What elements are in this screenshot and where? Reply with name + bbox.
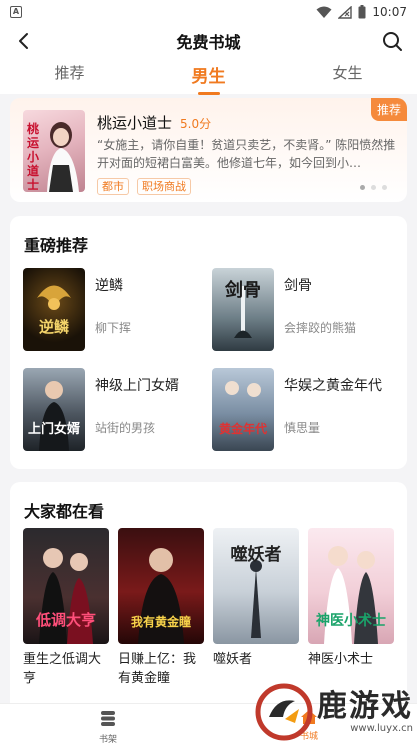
header: 免费书城 [0,24,417,58]
status-bar: A 10:07 [0,0,417,24]
cover-title-text: 我有黄金瞳 [130,615,191,629]
battery-icon [358,5,366,19]
book-item[interactable]: 上门女婿 神级上门女婿 站街的男孩 [23,368,179,451]
book-cover[interactable]: 上门女婿 [23,368,85,451]
cover-title-text: 低调大亨 [35,611,96,629]
book-cover[interactable]: 噬妖者 [213,528,299,644]
watermark-url: www.luyx.cn [350,722,413,734]
book-title[interactable]: 噬妖者 [213,650,299,669]
signal-icon [338,5,353,19]
nav-bookshelf-label: 书架 [98,735,117,743]
book-cover[interactable]: 剑骨 [212,268,274,351]
wifi-icon [316,6,332,18]
bookshelf-icon [101,711,115,726]
nav-bookshelf[interactable]: 书架 [93,709,123,743]
tab-recommend[interactable]: 推荐 [0,58,139,83]
book-title[interactable]: 日赚上亿：我有黄金瞳 [118,650,204,688]
deer-logo-icon [255,683,313,741]
book-title[interactable]: 剑骨 [284,275,356,295]
featured-banner[interactable]: 推荐 桃运小道士 桃运小道士 5.0分 “女施主，请你自重！贫道只卖艺，不卖肾。… [10,98,407,202]
book-item[interactable]: 黄金年代 华娱之黄金年代 慎思量 [212,368,382,451]
book-author: 柳下挥 [95,321,132,335]
section-title: 重磅推荐 [24,236,89,255]
cover-title-text: 上门女婿 [27,422,80,437]
book-cover[interactable]: 低调大亨 [23,528,109,644]
carousel-indicator [360,185,387,190]
notification-a-icon: A [10,6,22,18]
recommend-badge: 推荐 [370,98,407,121]
book-title[interactable]: 华娱之黄金年代 [284,375,382,395]
genre-chip[interactable]: 职场商战 [137,178,191,195]
featured-section: 重磅推荐 逆鳞 逆鳞 柳下挥 剑骨 剑骨 会摔跤的熊猫 上门女婿 神级上门女婿 … [10,216,407,469]
book-item[interactable]: 我有黄金瞳 日赚上亿：我有黄金瞳 [118,528,204,688]
status-time: 10:07 [372,5,407,19]
section-title: 大家都在看 [24,502,105,521]
book-author: 慎思量 [284,421,321,435]
popular-section: 大家都在看 低调大亨 重生之低调大亨 我有黄金瞳 日赚上亿：我有黄金瞳 噬妖者 … [10,482,407,712]
carousel-dot [360,185,365,190]
banner-score: 5.0分 [180,117,212,131]
banner-book-title[interactable]: 桃运小道士 [97,112,172,133]
book-item[interactable]: 剑骨 剑骨 会摔跤的熊猫 [212,268,356,351]
cover-title-text: 神医小术士 [316,613,386,629]
book-author: 会摔跤的熊猫 [284,321,357,335]
banner-cover-text: 桃运小道士 [27,122,40,192]
carousel-dot [371,185,376,190]
book-title[interactable]: 逆鳞 [95,275,131,295]
book-cover[interactable]: 我有黄金瞳 [118,528,204,644]
back-arrow-icon[interactable] [14,31,34,51]
book-title[interactable]: 神级上门女婿 [95,375,179,395]
banner-book-cover[interactable]: 桃运小道士 [23,110,85,192]
book-author: 站街的男孩 [95,421,156,435]
cover-title-text: 黄金年代 [218,422,267,436]
site-watermark: 鹿游戏 www.luyx.cn [255,683,413,741]
genre-chip[interactable]: 都市 [97,178,129,195]
book-item[interactable]: 神医小术士 神医小术士 [308,528,394,669]
search-icon[interactable] [381,30,403,52]
page-title: 免费书城 [176,33,241,52]
book-title[interactable]: 重生之低调大亨 [23,650,109,688]
book-cover[interactable]: 黄金年代 [212,368,274,451]
watermark-text: 鹿游戏 [317,688,413,724]
book-cover[interactable]: 逆鳞 [23,268,85,351]
cover-title-text: 逆鳞 [38,318,69,336]
book-item[interactable]: 低调大亨 重生之低调大亨 [23,528,109,688]
book-item[interactable]: 噬妖者 噬妖者 [213,528,299,669]
banner-description: “女施主，请你自重！贫道只卖艺，不卖肾。” 陈阳愤然推开对面的短裙白富美。他修道… [97,138,396,170]
book-item[interactable]: 逆鳞 逆鳞 柳下挥 [23,268,131,351]
tab-female[interactable]: 女生 [278,58,417,83]
tab-male[interactable]: 男生 [139,58,278,87]
cover-title-text: 剑骨 [225,280,261,301]
category-tabs: 推荐 男生 女生 [0,58,417,94]
carousel-dot [382,185,387,190]
book-cover[interactable]: 神医小术士 [308,528,394,644]
cover-title-text: 噬妖者 [230,545,282,565]
book-title[interactable]: 神医小术士 [308,650,394,669]
